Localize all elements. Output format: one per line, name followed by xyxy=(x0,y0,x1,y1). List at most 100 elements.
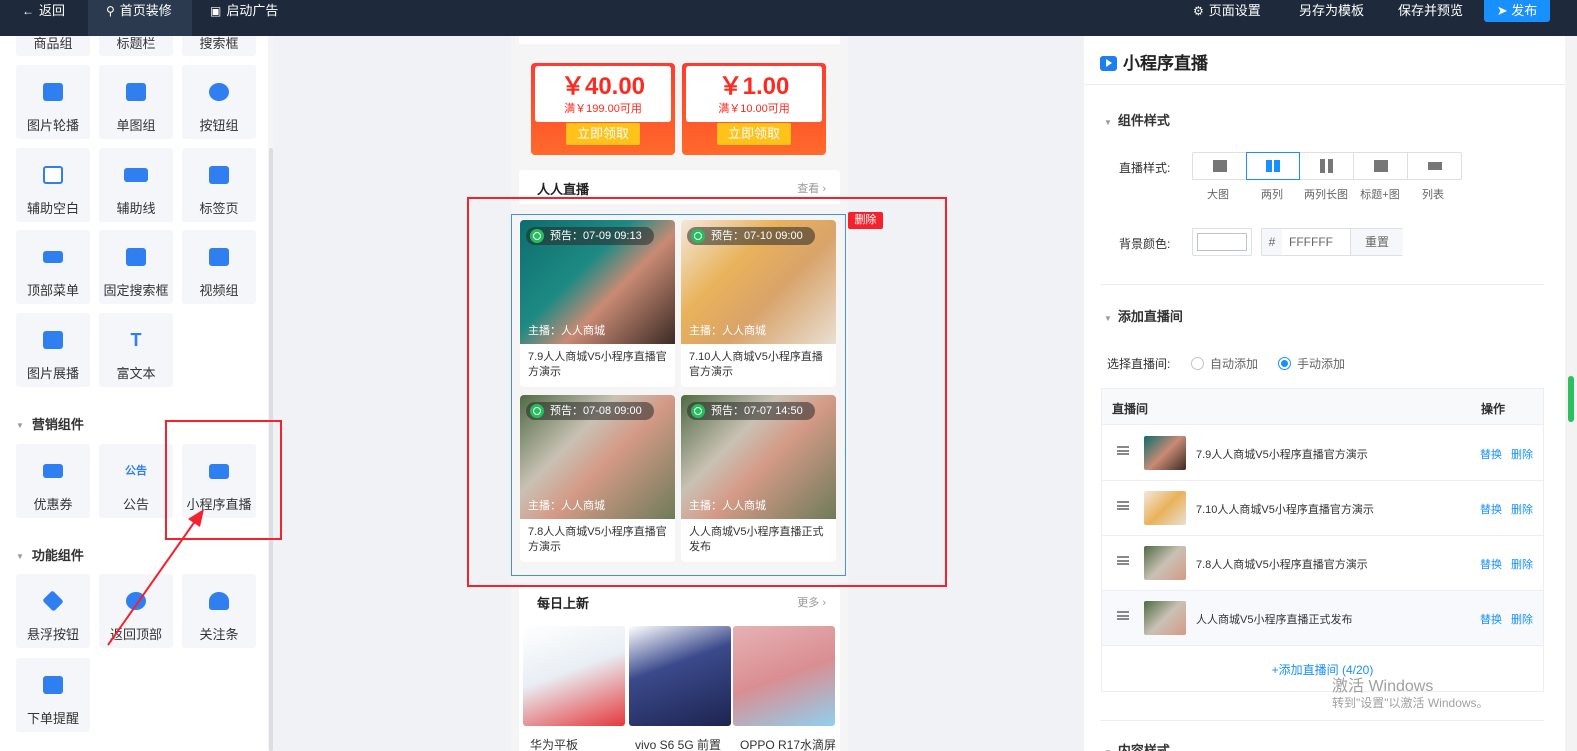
style-option-two-col[interactable] xyxy=(1246,152,1300,180)
two-column-icon xyxy=(1266,160,1272,172)
style-caption: 两列长图 xyxy=(1304,189,1348,201)
table-row[interactable]: 7.8人人商城V5小程序直播官方演示 替换 删除 xyxy=(1102,536,1543,591)
coupon-body: ￥40.00 满￥199.00可用 xyxy=(535,66,671,122)
group-content-style[interactable]: ▼内容样式 xyxy=(1104,740,1170,751)
component-tile-float-button[interactable]: 悬浮按钮 xyxy=(16,574,90,648)
daily-section-more[interactable]: 更多 › xyxy=(797,594,826,610)
coupon-claim-button[interactable]: 立即领取 xyxy=(717,123,791,145)
component-tile-top-menu[interactable]: 顶部菜单 xyxy=(16,230,90,304)
large-image-icon xyxy=(1213,160,1227,172)
component-tile-order-reminder[interactable]: 下单提醒 xyxy=(16,658,90,732)
radio-manual[interactable]: 手动添加 xyxy=(1278,355,1345,372)
drag-handle-icon[interactable] xyxy=(1117,446,1129,455)
save-template-button[interactable]: 另存为模板 xyxy=(1299,0,1369,36)
style-option-title-image[interactable] xyxy=(1354,153,1408,179)
component-tile[interactable]: 搜索框 xyxy=(182,36,256,56)
image-carousel-icon xyxy=(43,83,63,101)
component-tile-fixed-search[interactable]: 固定搜索框 xyxy=(99,230,173,304)
component-tile-divider[interactable]: 辅助线 xyxy=(99,148,173,222)
component-tile-image-showcase[interactable]: 图片展播 xyxy=(16,313,90,387)
tab-home-decorate[interactable]: ⚲ 首页装修 xyxy=(88,0,192,36)
product-image[interactable] xyxy=(629,626,731,726)
right-scrollbar[interactable] xyxy=(1565,36,1577,751)
coupon-card[interactable]: ￥1.00 满￥10.00可用 立即领取 xyxy=(682,63,826,155)
save-preview-button[interactable]: 保存并预览 xyxy=(1398,0,1468,36)
two-column-icon-part xyxy=(1274,160,1280,172)
live-room-name: 7.10人人商城V5小程序直播官方演示 xyxy=(1196,504,1374,516)
component-tile-single-image[interactable]: 单图组 xyxy=(99,65,173,139)
component-tile-coupon[interactable]: 优惠券 xyxy=(16,444,90,518)
delete-link[interactable]: 删除 xyxy=(1511,556,1533,572)
live-section-more[interactable]: 查看 › xyxy=(797,180,826,196)
component-tile-rich-text[interactable]: T 富文本 xyxy=(99,313,173,387)
caret-down-icon: ▼ xyxy=(1104,118,1112,127)
component-tile-button-group[interactable]: 按钮组 xyxy=(182,65,256,139)
coupon-condition: 满￥10.00可用 xyxy=(718,103,790,115)
tab-launch-ad[interactable]: ▣ 启动广告 xyxy=(210,0,290,36)
group-add-live[interactable]: ▼ 添加直播间 xyxy=(1104,306,1183,325)
group-component-style[interactable]: ▼ 组件样式 xyxy=(1104,110,1170,129)
table-row[interactable]: 7.10人人商城V5小程序直播官方演示 替换 删除 xyxy=(1102,481,1543,536)
coupon-icon xyxy=(43,464,63,478)
annotation-arrow-head xyxy=(188,509,204,527)
replace-link[interactable]: 替换 xyxy=(1480,611,1502,627)
top-toolbar: ← 返回 ⚲ 首页装修 ▣ 启动广告 ⚙ 页面设置 另存为模板 保存并预览 ➤ 发布 xyxy=(0,0,1577,36)
right-scrollbar-thumb[interactable] xyxy=(1568,376,1574,422)
drag-handle-icon[interactable] xyxy=(1117,501,1129,510)
ad-icon: ▣ xyxy=(210,4,222,18)
coupon-claim-button[interactable]: 立即领取 xyxy=(566,123,640,145)
style-option-two-col-long[interactable] xyxy=(1300,153,1354,179)
reset-button[interactable]: 重置 xyxy=(1350,229,1403,255)
color-picker[interactable] xyxy=(1192,228,1252,256)
component-tile[interactable]: 商品组 xyxy=(16,36,90,56)
top-menu-icon xyxy=(43,251,63,263)
windows-activation-watermark: 激活 Windows xyxy=(1332,678,1434,695)
hex-input[interactable]: # FFFFFF 重置 xyxy=(1261,228,1403,256)
picture-icon xyxy=(43,331,63,349)
product-name: vivo S6 5G 前置 xyxy=(635,738,722,751)
back-button[interactable]: ← 返回 xyxy=(22,0,72,36)
drag-handle-icon[interactable] xyxy=(1117,556,1129,565)
select-live-label: 选择直播间: xyxy=(1107,357,1171,371)
add-live-room-link[interactable]: +添加直播间 (4/20) xyxy=(1102,661,1543,678)
notice-strip xyxy=(519,36,840,44)
coupon-amount: ￥1.00 xyxy=(718,73,790,100)
coupon-card[interactable]: ￥40.00 满￥199.00可用 立即领取 xyxy=(531,63,675,155)
delete-link[interactable]: 删除 xyxy=(1511,446,1533,462)
coupon-body: ￥1.00 满￥10.00可用 xyxy=(686,66,822,122)
replace-link[interactable]: 替换 xyxy=(1480,501,1502,517)
style-option-list[interactable] xyxy=(1408,153,1462,179)
page-settings-button[interactable]: ⚙ 页面设置 xyxy=(1193,0,1273,36)
delete-link[interactable]: 删除 xyxy=(1511,611,1533,627)
radio-auto[interactable]: 自动添加 xyxy=(1191,355,1258,372)
component-tile-spacer[interactable]: 辅助空白 xyxy=(16,148,90,222)
table-row[interactable]: 人人商城V5小程序直播正式发布 替换 删除 xyxy=(1102,591,1543,646)
drag-handle-icon[interactable] xyxy=(1117,611,1129,620)
delete-link[interactable]: 删除 xyxy=(1511,501,1533,517)
paint-roller-icon: ⚲ xyxy=(106,4,115,18)
divider xyxy=(1100,720,1544,721)
publish-button[interactable]: ➤ 发布 xyxy=(1484,0,1550,22)
live-room-name: 人人商城V5小程序直播正式发布 xyxy=(1196,614,1353,626)
component-tile[interactable]: 标题栏 xyxy=(99,36,173,56)
product-image[interactable] xyxy=(523,626,625,726)
section-title-function[interactable]: ▼ 功能组件 xyxy=(16,545,84,564)
style-caption: 标题+图 xyxy=(1360,189,1400,201)
component-tile-video[interactable]: 视频组 xyxy=(182,230,256,304)
component-tile-image-carousel[interactable]: 图片轮播 xyxy=(16,65,90,139)
table-header: 直播间 操作 xyxy=(1102,389,1543,425)
component-tile-tabs[interactable]: 标签页 xyxy=(182,148,256,222)
search-box-icon xyxy=(126,248,146,266)
daily-section-title: 每日上新 xyxy=(537,596,590,611)
section-title-marketing[interactable]: ▼ 营销组件 xyxy=(16,414,84,433)
list-icon xyxy=(43,676,63,694)
replace-link[interactable]: 替换 xyxy=(1480,446,1502,462)
style-option-large[interactable] xyxy=(1193,153,1247,179)
table-row[interactable]: 7.9人人商城V5小程序直播官方演示 替换 删除 xyxy=(1102,426,1543,481)
hex-prefix: # xyxy=(1262,229,1282,255)
replace-link[interactable]: 替换 xyxy=(1480,556,1502,572)
caret-down-icon: ▼ xyxy=(16,552,24,562)
radio-circle xyxy=(1191,357,1204,370)
product-image[interactable] xyxy=(733,626,835,726)
windows-activation-hint: 转到"设置"以激活 Windows。 xyxy=(1332,696,1489,710)
